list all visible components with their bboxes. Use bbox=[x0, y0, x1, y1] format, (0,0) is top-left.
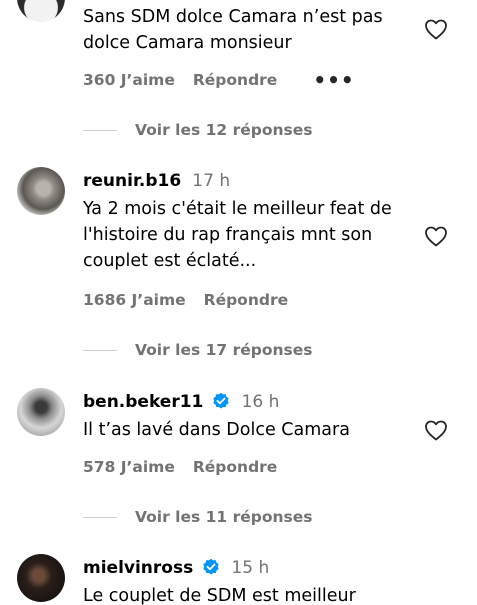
timestamp: 16 h bbox=[241, 392, 280, 412]
view-replies-label: Voir les 11 réponses bbox=[135, 508, 313, 526]
avatar[interactable] bbox=[17, 388, 65, 436]
verified-badge-icon bbox=[203, 558, 219, 575]
reply-button[interactable]: Répondre bbox=[193, 458, 277, 476]
username[interactable]: ben.beker11 bbox=[83, 392, 203, 412]
like-count[interactable]: 578 J’aime bbox=[83, 458, 175, 476]
verified-badge-icon bbox=[213, 392, 230, 409]
more-options-icon[interactable]: ••• bbox=[313, 70, 354, 90]
like-heart-icon[interactable] bbox=[424, 419, 448, 441]
divider-line bbox=[83, 349, 117, 351]
view-replies-label: Voir les 12 réponses bbox=[135, 121, 313, 139]
view-replies-button[interactable]: Voir les 12 réponses bbox=[83, 121, 312, 139]
like-count[interactable]: 1686 J’aime bbox=[83, 291, 186, 309]
divider-line bbox=[83, 129, 117, 131]
avatar[interactable] bbox=[17, 0, 65, 22]
comment-text: Ya 2 mois c'était le meilleur feat de l'… bbox=[83, 199, 392, 271]
view-replies-label: Voir les 17 réponses bbox=[135, 341, 313, 359]
view-replies-button[interactable]: Voir les 17 réponses bbox=[83, 341, 312, 359]
divider-line bbox=[83, 516, 117, 518]
reply-button[interactable]: Répondre bbox=[193, 71, 277, 89]
timestamp: 17 h bbox=[192, 171, 231, 191]
avatar[interactable] bbox=[17, 167, 65, 215]
like-heart-icon[interactable] bbox=[424, 18, 448, 40]
timestamp: 15 h bbox=[231, 558, 270, 578]
comment-text: Il t’as lavé dans Dolce Camara bbox=[83, 420, 350, 440]
comment-text: Le couplet de SDM est meilleur bbox=[83, 586, 356, 605]
reply-button[interactable]: Répondre bbox=[204, 291, 288, 309]
view-replies-button[interactable]: Voir les 11 réponses bbox=[83, 508, 312, 526]
comment-text: Sans SDM dolce Camara n’est pas dolce Ca… bbox=[83, 7, 383, 53]
username[interactable]: mielvinross bbox=[83, 558, 193, 578]
like-count[interactable]: 360 J’aime bbox=[83, 71, 175, 89]
username[interactable]: reunir.b16 bbox=[83, 171, 181, 191]
like-heart-icon[interactable] bbox=[424, 225, 448, 247]
avatar[interactable] bbox=[17, 554, 65, 602]
